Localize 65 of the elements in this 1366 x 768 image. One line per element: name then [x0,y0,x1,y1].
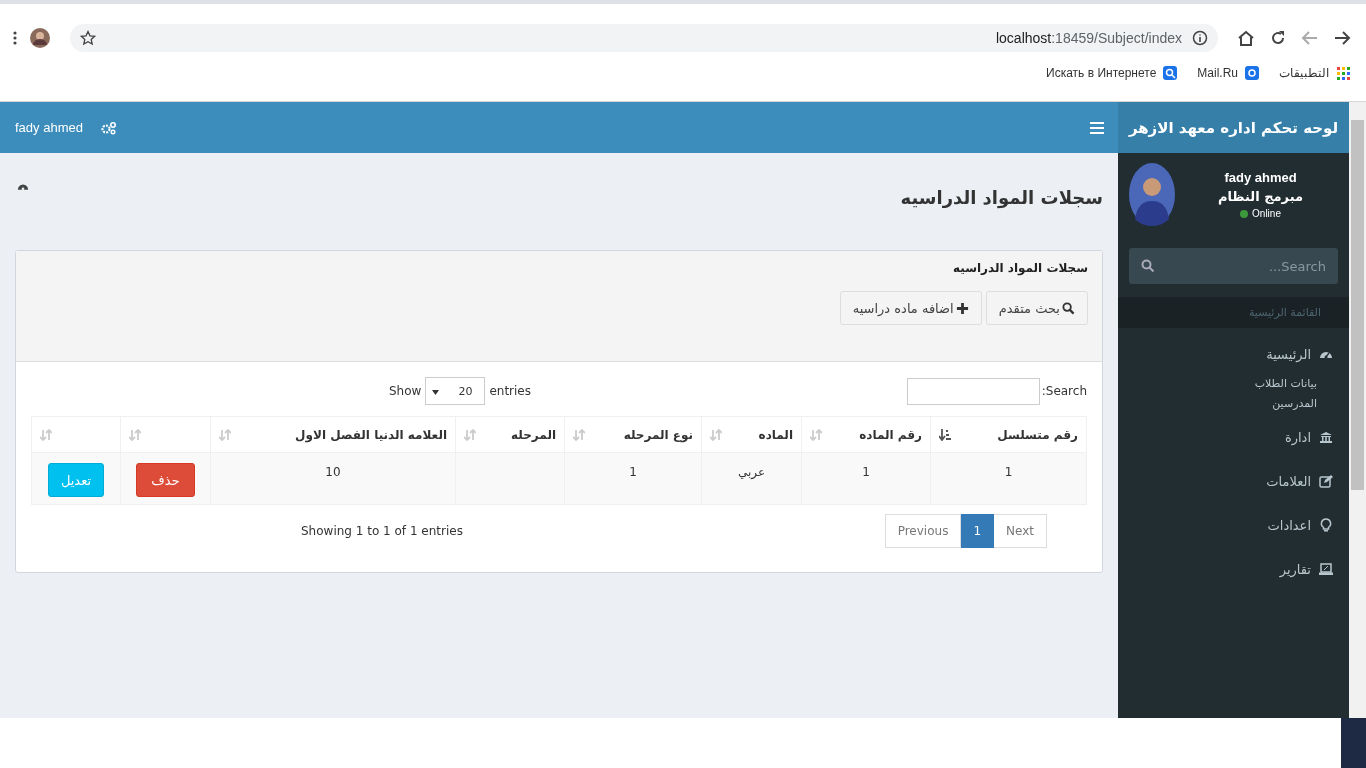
user-name: fady ahmed [1224,170,1297,185]
show-label: Show [389,384,422,398]
search-button[interactable]: بحث متقدم [985,291,1088,325]
url-text: localhost:18459/Subject/index [995,30,1182,46]
user-avatar [1129,163,1175,226]
column-header[interactable]: المرحله [455,416,565,453]
bookmark[interactable]: Mail.Ru [1197,66,1259,80]
logo-title[interactable]: لوحه تحكم اداره معهد الازهر [1118,102,1349,153]
user-name[interactable]: fady ahmed [15,120,83,135]
menu-item[interactable]: الرئيسية [1118,337,1349,371]
at-sign-icon [1245,66,1259,80]
column-header[interactable]: نوع المرحله [564,416,702,453]
card-title: سجلات المواد الدراسيه [952,261,1088,275]
light-bulb-icon [1319,518,1333,532]
column-header[interactable]: الماده [701,416,802,453]
table-cell: 10 [210,452,456,505]
search-icon [1163,66,1178,80]
menu-item[interactable]: تقارير [1118,552,1349,586]
status-text: Online [1252,208,1281,219]
page-button[interactable]: Previous [884,514,962,548]
column-header[interactable]: رقم متسلسل [930,416,1087,453]
plus-icon [955,301,969,315]
menu-item[interactable]: بيانات الطلاب [1254,374,1349,394]
bookmark[interactable]: Искать в Интернете [1046,66,1178,80]
gears-icon[interactable] [100,120,117,135]
search-field[interactable]: Search... [1129,248,1338,284]
page-title: سجلات المواد الدراسيه [900,187,1103,208]
page-button[interactable]: Next [993,514,1047,548]
star-icon[interactable] [80,30,96,46]
menu-item[interactable]: العلامات [1118,464,1349,498]
search-field[interactable] [906,377,1040,405]
apps-grid-icon [1336,66,1350,80]
search-icon[interactable] [1141,259,1155,273]
page-button[interactable]: 1 [960,514,995,548]
info-icon[interactable] [1192,30,1208,46]
search-icon [1062,301,1075,315]
add-button[interactable]: اضافه ماده دراسيه [839,291,982,325]
bank-icon [1319,430,1333,444]
entries-info: Showing 1 to 1 of 1 entries [301,524,463,538]
address-bar[interactable]: localhost:18459/Subject/index [70,24,1218,52]
taskbar-edge [1341,718,1366,768]
menu-item[interactable]: ادارة [1118,420,1349,454]
menu-icon[interactable] [12,30,18,46]
entries-label: entries [489,384,531,398]
delete-button[interactable]: حذف [136,463,195,497]
menu-item[interactable]: المدرسين [1272,394,1349,414]
edit-icon [1319,474,1333,488]
search-label: Search: [1041,384,1087,398]
home-icon[interactable] [1236,28,1256,48]
column-header[interactable]: العلامه الدنيا الفصل الاول [210,416,456,453]
table-cell: 1 [564,452,702,505]
table-cell: عربي [701,452,802,505]
page-size-select[interactable]: 20 [425,377,486,405]
menu-item[interactable]: اعدادات [1118,508,1349,542]
sort-ascending-icon[interactable] [939,428,951,441]
caret-icon [432,389,440,395]
profile-avatar[interactable] [30,28,50,48]
section-header: القائمة الرئيسية [1248,306,1321,319]
table-cell: 1 [801,452,931,505]
table-cell: 1 [930,452,1087,505]
column-header[interactable]: رقم الماده [801,416,931,453]
laptop-icon [1319,562,1333,576]
bookmark[interactable]: التطبيقات [1279,66,1350,80]
user-role: مبرمج النظام [1217,189,1304,204]
scrollbar[interactable] [1349,102,1366,718]
